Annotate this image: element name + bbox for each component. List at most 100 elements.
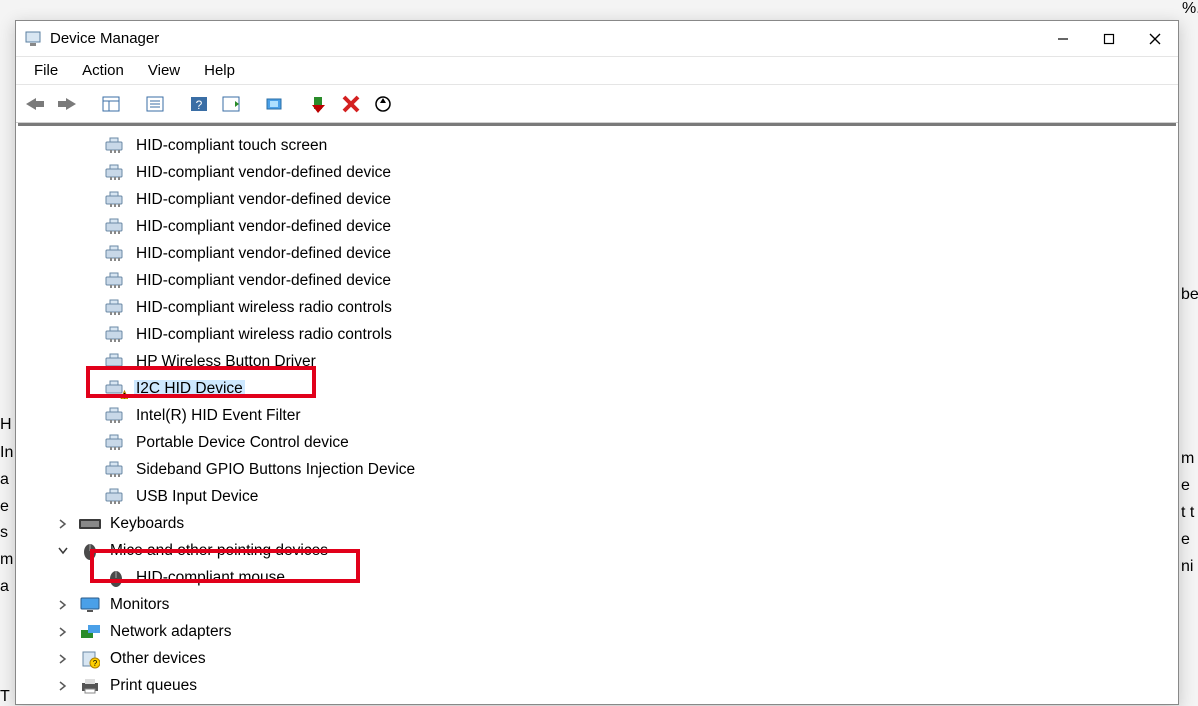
menu-file[interactable]: File xyxy=(22,59,70,82)
tree-item-label: Monitors xyxy=(108,596,171,614)
tree-item-label: Other devices xyxy=(108,650,208,668)
properties-button[interactable] xyxy=(140,89,170,119)
hid-device-icon xyxy=(104,352,128,372)
uninstall-device-button[interactable] xyxy=(336,89,366,119)
tree-item[interactable]: HID-compliant vendor-defined device xyxy=(18,213,1176,240)
hid-device-icon xyxy=(104,163,128,183)
hid-device-icon xyxy=(104,460,128,480)
tree-item-label: Mice and other pointing devices xyxy=(108,542,330,560)
tree-item-label: HID-compliant wireless radio controls xyxy=(134,326,394,344)
tree-item-label: Intel(R) HID Event Filter xyxy=(134,407,303,425)
update-driver-button[interactable] xyxy=(260,89,290,119)
device-tree-scroll[interactable]: HID-compliant touch screen HID-compliant … xyxy=(18,126,1176,702)
menu-view[interactable]: View xyxy=(136,59,192,82)
bg-text: e xyxy=(1181,531,1190,549)
tree-item[interactable]: HID-compliant touch screen xyxy=(18,132,1176,159)
hid-device-icon xyxy=(104,244,128,264)
hid-device-icon xyxy=(104,325,128,345)
tree-item-label: HID-compliant vendor-defined device xyxy=(134,272,393,290)
tree-item[interactable]: Intel(R) HID Event Filter xyxy=(18,402,1176,429)
expand-icon[interactable] xyxy=(56,517,70,531)
tree-item-other[interactable]: ? Other devices xyxy=(18,645,1176,672)
mouse-icon xyxy=(78,541,102,561)
tree-item-mice[interactable]: Mice and other pointing devices xyxy=(18,537,1176,564)
forward-button[interactable] xyxy=(52,89,82,119)
tree-item-label: Print queues xyxy=(108,677,199,695)
tree-item[interactable]: USB Input Device xyxy=(18,483,1176,510)
maximize-button[interactable] xyxy=(1086,21,1132,57)
svg-text:?: ? xyxy=(93,659,98,668)
bg-text: m xyxy=(1181,450,1194,468)
tree-item-label: HID-compliant vendor-defined device xyxy=(134,191,393,209)
tree-item[interactable]: HID-compliant vendor-defined device xyxy=(18,267,1176,294)
hid-device-icon xyxy=(104,298,128,318)
expand-icon[interactable] xyxy=(56,679,70,693)
tree-item-label: HP Wireless Button Driver xyxy=(134,353,318,371)
back-button[interactable] xyxy=(20,89,50,119)
network-icon xyxy=(78,622,102,642)
minimize-button[interactable] xyxy=(1040,21,1086,57)
tree-item-label: I2C HID Device xyxy=(134,380,245,398)
tree-item[interactable]: Sideband GPIO Buttons Injection Device xyxy=(18,456,1176,483)
tree-item-print[interactable]: Print queues xyxy=(18,672,1176,699)
expand-icon[interactable] xyxy=(56,652,70,666)
svg-text:?: ? xyxy=(196,98,203,112)
tree-item[interactable]: HP Wireless Button Driver xyxy=(18,348,1176,375)
bg-text: In xyxy=(0,444,13,462)
hid-device-icon xyxy=(104,487,128,507)
tree-item[interactable]: HID-compliant vendor-defined device xyxy=(18,186,1176,213)
expand-icon[interactable] xyxy=(56,598,70,612)
hid-device-warning-icon xyxy=(104,379,128,399)
tree-item-i2c-hid-device[interactable]: I2C HID Device xyxy=(18,375,1176,402)
menu-help[interactable]: Help xyxy=(192,59,247,82)
printer-icon xyxy=(78,676,102,696)
hid-device-icon xyxy=(104,433,128,453)
menubar: File Action View Help xyxy=(16,57,1178,85)
tree-item-hid-mouse[interactable]: HID-compliant mouse xyxy=(18,564,1176,591)
tree-item[interactable]: HID-compliant wireless radio controls xyxy=(18,294,1176,321)
bg-text: ni xyxy=(1181,558,1193,576)
other-device-icon: ? xyxy=(78,649,102,669)
tree-item[interactable]: HID-compliant vendor-defined device xyxy=(18,240,1176,267)
bg-text: e xyxy=(1181,477,1190,495)
hid-device-icon xyxy=(104,136,128,156)
scan-hardware-button[interactable] xyxy=(216,89,246,119)
window-controls xyxy=(1040,21,1178,57)
tree-item-label: HID-compliant wireless radio controls xyxy=(134,299,394,317)
tree-item-monitors[interactable]: Monitors xyxy=(18,591,1176,618)
tree-item[interactable]: HID-compliant vendor-defined device xyxy=(18,159,1176,186)
titlebar[interactable]: Device Manager xyxy=(16,21,1178,57)
tree-item-label: HID-compliant vendor-defined device xyxy=(134,245,393,263)
device-manager-window: Device Manager File Action View Help xyxy=(15,20,1179,705)
tree-item-label: HID-compliant vendor-defined device xyxy=(134,164,393,182)
tree-item-label: HID-compliant vendor-defined device xyxy=(134,218,393,236)
tree-item-keyboards[interactable]: Keyboards xyxy=(18,510,1176,537)
bg-text: be xyxy=(1181,286,1198,304)
collapse-icon[interactable] xyxy=(56,544,70,558)
close-button[interactable] xyxy=(1132,21,1178,57)
toolbar: ? xyxy=(16,85,1178,123)
keyboard-icon xyxy=(78,514,102,534)
mouse-icon xyxy=(104,568,128,588)
bg-text: e xyxy=(0,498,9,516)
tree-item-label: USB Input Device xyxy=(134,488,260,506)
bg-text: t t xyxy=(1181,504,1194,522)
hid-device-icon xyxy=(104,406,128,426)
hid-device-icon xyxy=(104,190,128,210)
help-button[interactable]: ? xyxy=(184,89,214,119)
scan-changes-button[interactable] xyxy=(368,89,398,119)
expand-icon[interactable] xyxy=(56,625,70,639)
window-title: Device Manager xyxy=(50,30,159,47)
tree-item-label: Portable Device Control device xyxy=(134,434,351,452)
tree-item-label: Sideband GPIO Buttons Injection Device xyxy=(134,461,417,479)
enable-device-button[interactable] xyxy=(304,89,334,119)
show-hide-tree-button[interactable] xyxy=(96,89,126,119)
tree-item-label: Network adapters xyxy=(108,623,233,641)
tree-item-network[interactable]: Network adapters xyxy=(18,618,1176,645)
hid-device-icon xyxy=(104,271,128,291)
tree-item[interactable]: Portable Device Control device xyxy=(18,429,1176,456)
bg-text: %. xyxy=(1182,0,1198,18)
menu-action[interactable]: Action xyxy=(70,59,136,82)
tree-item-label: Keyboards xyxy=(108,515,186,533)
tree-item[interactable]: HID-compliant wireless radio controls xyxy=(18,321,1176,348)
